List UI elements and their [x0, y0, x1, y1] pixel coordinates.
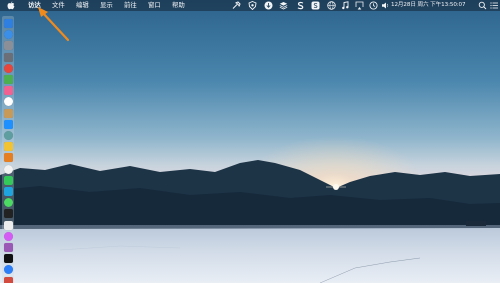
trash-icon[interactable]	[3, 276, 13, 283]
terminal-icon[interactable]	[3, 209, 13, 219]
menu-view[interactable]: 显示	[100, 0, 113, 11]
tv-icon[interactable]	[3, 254, 13, 264]
notification-center-icon[interactable]	[490, 1, 499, 10]
music-note-icon[interactable]	[341, 1, 350, 10]
photos-icon[interactable]	[3, 86, 13, 96]
skype-icon[interactable]	[311, 1, 320, 10]
itunes-icon[interactable]	[3, 231, 13, 241]
menu-bar-clock[interactable]: 12月28日 周六 下午13:50:07	[391, 0, 477, 11]
safari-icon[interactable]	[3, 30, 13, 40]
facetime-icon[interactable]	[3, 175, 13, 185]
spotlight-search-icon[interactable]	[478, 1, 487, 10]
annotation-arrow	[38, 7, 70, 42]
volume-icon[interactable]	[381, 1, 390, 10]
dock	[2, 16, 14, 283]
notes-icon[interactable]	[3, 142, 13, 152]
maps-icon[interactable]	[3, 75, 13, 84]
desktop: 访达 文件 编辑 显示 前往 窗口 帮助 12月28日 周六 下午13:50:0…	[0, 0, 500, 283]
airplay-icon[interactable]	[355, 1, 364, 10]
edge-icon[interactable]	[3, 187, 13, 196]
launchpad-icon[interactable]	[3, 41, 13, 51]
shield-icon[interactable]	[248, 1, 257, 10]
gear-icon[interactable]	[3, 52, 13, 62]
contacts-icon[interactable]	[3, 108, 13, 118]
download-icon[interactable]	[264, 1, 273, 10]
textedit-icon[interactable]	[3, 220, 13, 230]
chrome-icon[interactable]	[3, 63, 13, 73]
xcode-icon[interactable]	[3, 265, 13, 275]
hammer-icon[interactable]	[232, 1, 241, 10]
calendar-icon[interactable]	[3, 97, 13, 107]
time-machine-icon[interactable]	[369, 1, 378, 10]
finder-icon[interactable]	[3, 19, 13, 28]
menu-window[interactable]: 窗口	[148, 0, 161, 11]
menu-go[interactable]: 前往	[124, 0, 137, 11]
books-icon[interactable]	[3, 153, 13, 163]
s-icon[interactable]	[296, 1, 305, 10]
app-store-icon[interactable]	[3, 119, 13, 129]
apple-icon[interactable]	[6, 0, 15, 11]
reminders-icon[interactable]	[3, 164, 13, 174]
podcasts-icon[interactable]	[3, 243, 13, 252]
stack-icon[interactable]	[279, 1, 288, 10]
preview-icon[interactable]	[3, 131, 13, 140]
menu-help[interactable]: 帮助	[172, 0, 185, 11]
messages-icon[interactable]	[3, 198, 13, 208]
globe-icon[interactable]	[327, 1, 336, 10]
